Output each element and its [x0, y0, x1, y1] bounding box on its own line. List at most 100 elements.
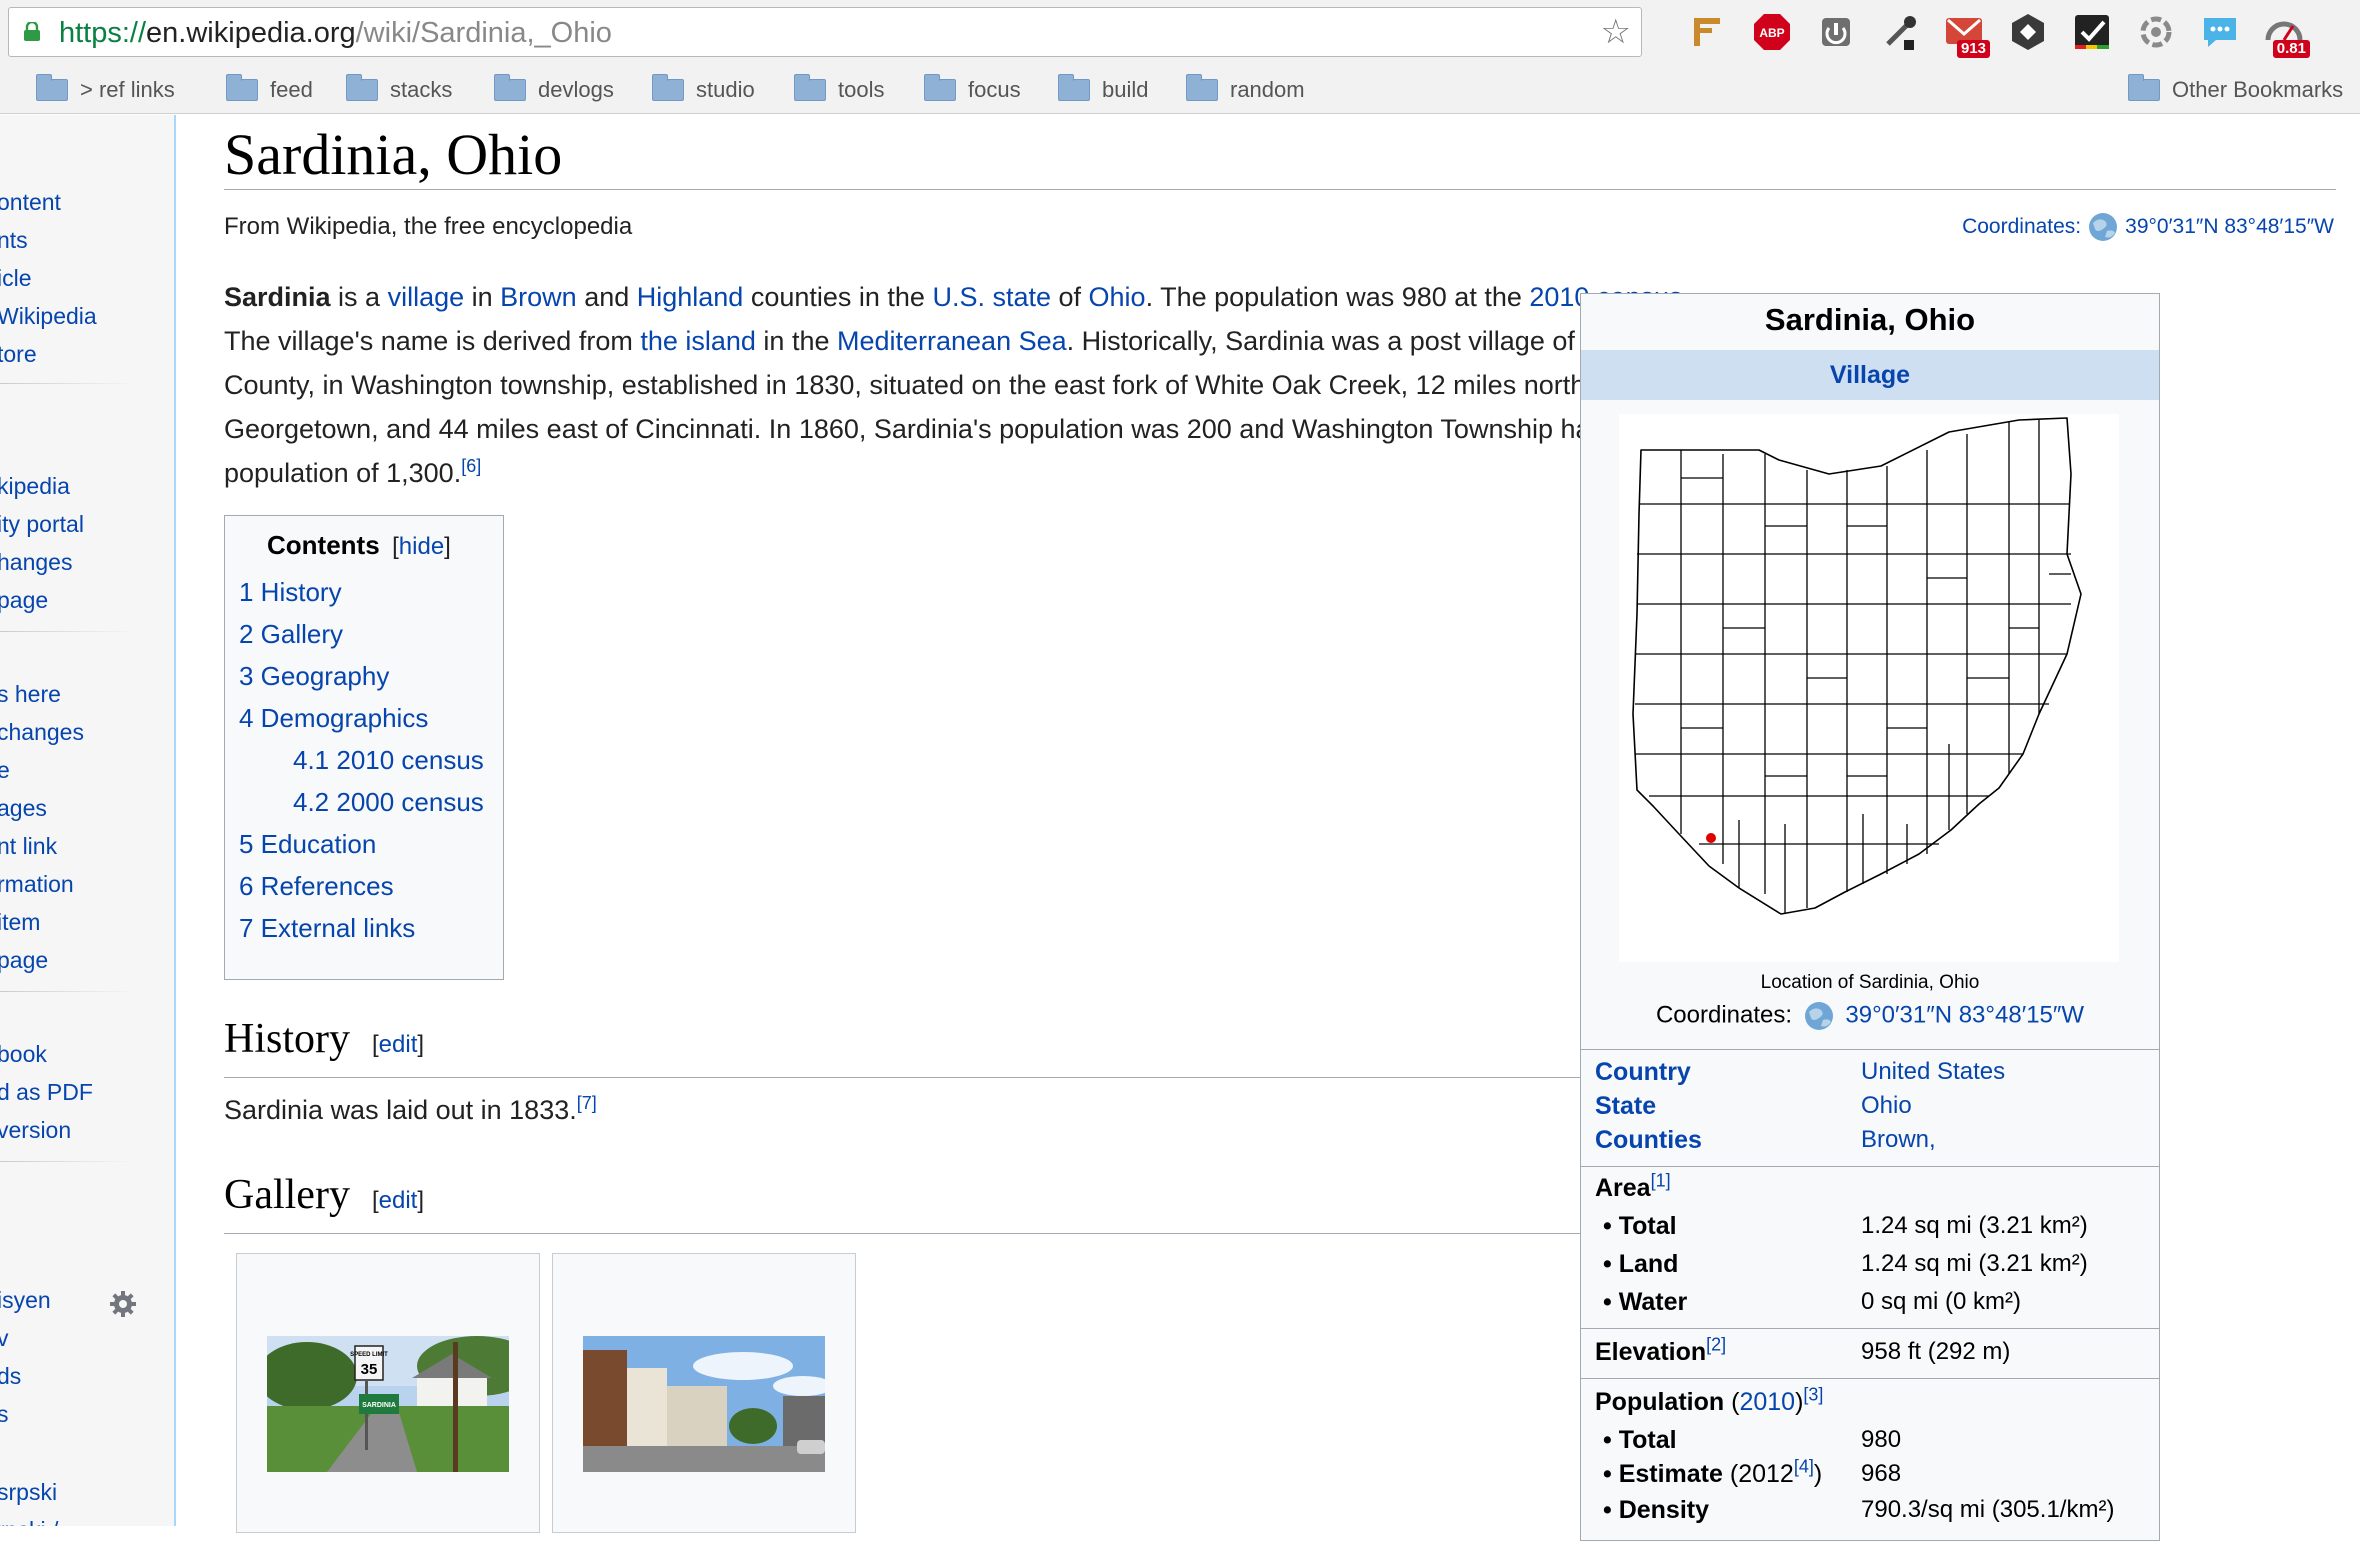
- counties-value[interactable]: Brown,: [1861, 1126, 1936, 1154]
- section-heading-history: History [edit]: [224, 1015, 424, 1063]
- ohio-locator-map[interactable]: [1619, 414, 2119, 962]
- reference-link[interactable]: [3]: [1803, 1385, 1823, 1405]
- infobox-type-link[interactable]: Village: [1581, 350, 2159, 400]
- toc-item[interactable]: 6 References: [239, 865, 503, 907]
- coordinates-link[interactable]: 39°0′31″N 83°48′15″W: [2125, 215, 2334, 239]
- sidebar-language[interactable]: ds: [0, 1363, 21, 1390]
- sidebar-link[interactable]: e: [0, 757, 10, 784]
- url-text: https://en.wikipedia.org/wiki/Sardinia,_…: [59, 17, 612, 49]
- reference-link[interactable]: [7]: [577, 1093, 597, 1113]
- gallery-thumb[interactable]: SPEED LIMIT 35 SARDINIA: [236, 1253, 540, 1533]
- text: is a: [330, 282, 388, 312]
- sidebar-link[interactable]: version: [0, 1117, 71, 1144]
- address-bar[interactable]: https://en.wikipedia.org/wiki/Sardinia,_…: [8, 7, 1642, 57]
- counties-label[interactable]: Counties: [1595, 1126, 1702, 1155]
- bookmark-folder-other[interactable]: Other Bookmarks: [2128, 74, 2343, 106]
- power-download-icon[interactable]: [1816, 12, 1856, 52]
- bookmark-star-icon[interactable]: ☆: [1601, 14, 1631, 50]
- area-label-text: Area: [1595, 1174, 1651, 1202]
- sidebar-language[interactable]: rpski /: [0, 1517, 58, 1526]
- gear-icon[interactable]: [108, 1289, 138, 1319]
- hex-extension-icon[interactable]: [2008, 12, 2048, 52]
- state-value[interactable]: Ohio: [1861, 1092, 1912, 1120]
- eyedropper-icon[interactable]: [1880, 12, 1920, 52]
- sidebar-link[interactable]: item: [0, 909, 40, 936]
- link-highland-county[interactable]: Highland: [637, 282, 744, 312]
- reference-link[interactable]: [6]: [461, 456, 481, 476]
- sidebar-language[interactable]: v: [0, 1325, 9, 1352]
- bookmark-folder-tools[interactable]: tools: [794, 74, 884, 106]
- sidebar-link[interactable]: nt link: [0, 833, 57, 860]
- bookmark-folder-build[interactable]: build: [1058, 74, 1148, 106]
- sidebar-link[interactable]: ity portal: [0, 511, 84, 538]
- globe-icon[interactable]: [1803, 1000, 1835, 1032]
- toc-item[interactable]: 2 Gallery: [239, 613, 503, 655]
- refresh-icon[interactable]: [2136, 12, 2176, 52]
- sidebar-link[interactable]: d as PDF: [0, 1079, 93, 1106]
- reference-link[interactable]: [4]: [1794, 1457, 1814, 1477]
- pin-tool-icon[interactable]: [1688, 12, 1728, 52]
- sidebar-link[interactable]: hanges: [0, 549, 72, 576]
- toc-subitem[interactable]: 4.2 2000 census: [239, 781, 503, 823]
- bookmark-folder-stacks[interactable]: stacks: [346, 74, 452, 106]
- globe-icon[interactable]: [2087, 211, 2119, 243]
- area-total-label: Total: [1603, 1212, 1677, 1241]
- sidebar-language[interactable]: s: [0, 1401, 9, 1428]
- bookmark-folder-studio[interactable]: studio: [652, 74, 755, 106]
- bookmark-folder-ref-links[interactable]: > ref links: [36, 74, 175, 106]
- link-us-state[interactable]: U.S. state: [932, 282, 1051, 312]
- toc-item[interactable]: 5 Education: [239, 823, 503, 865]
- sidebar-link[interactable]: ages: [0, 795, 47, 822]
- link-the-island[interactable]: the island: [640, 326, 756, 356]
- adblock-icon[interactable]: ABP: [1752, 12, 1792, 52]
- bookmark-folder-feed[interactable]: feed: [226, 74, 313, 106]
- reference-link[interactable]: [2]: [1706, 1335, 1726, 1355]
- chat-icon[interactable]: [2200, 12, 2240, 52]
- toc-hide-link[interactable]: hide: [399, 533, 444, 560]
- sidebar-link[interactable]: rmation: [0, 871, 74, 898]
- country-label[interactable]: Country: [1595, 1058, 1691, 1087]
- checklist-icon[interactable]: [2072, 12, 2112, 52]
- country-value[interactable]: United States: [1861, 1058, 2005, 1086]
- bookmark-folder-devlogs[interactable]: devlogs: [494, 74, 614, 106]
- sidebar-link[interactable]: icle: [0, 265, 32, 292]
- sidebar-link[interactable]: page: [0, 587, 48, 614]
- sidebar-link[interactable]: nts: [0, 227, 28, 254]
- toc-item[interactable]: 3 Geography: [239, 655, 503, 697]
- sidebar-language[interactable]: isyen: [0, 1287, 51, 1314]
- link-village[interactable]: village: [388, 282, 465, 312]
- edit-section[interactable]: [edit]: [372, 1187, 424, 1214]
- sidebar-link[interactable]: ontent: [0, 189, 61, 216]
- state-label[interactable]: State: [1595, 1092, 1656, 1121]
- gallery-thumb[interactable]: [552, 1253, 856, 1533]
- toc-item[interactable]: 4 Demographics: [239, 697, 503, 739]
- bookmark-folder-focus[interactable]: focus: [924, 74, 1021, 106]
- sidebar-link[interactable]: page: [0, 947, 48, 974]
- gallery-image-road-sign[interactable]: SPEED LIMIT 35 SARDINIA: [267, 1336, 509, 1472]
- mail-icon[interactable]: 913: [1944, 12, 1990, 58]
- toc-subitem[interactable]: 4.1 2010 census: [239, 739, 503, 781]
- sidebar-language[interactable]: srpski: [0, 1479, 57, 1506]
- sidebar-link[interactable]: s here: [0, 681, 61, 708]
- edit-link[interactable]: edit: [379, 1187, 418, 1214]
- folder-icon: [494, 74, 526, 101]
- gallery-image-main-street[interactable]: [583, 1336, 825, 1472]
- sidebar-link[interactable]: book: [0, 1041, 47, 1068]
- toc-item[interactable]: 7 External links: [239, 907, 503, 949]
- bookmark-folder-random[interactable]: random: [1186, 74, 1305, 106]
- sidebar-link[interactable]: kipedia: [0, 473, 70, 500]
- speed-meter-icon[interactable]: 0.81: [2264, 12, 2310, 58]
- sidebar-link[interactable]: Wikipedia: [0, 303, 97, 330]
- link-ohio[interactable]: Ohio: [1089, 282, 1146, 312]
- toc-item[interactable]: 1 History: [239, 571, 503, 613]
- coordinates-link[interactable]: 39°0′31″N 83°48′15″W: [1845, 1001, 2084, 1028]
- toc-hide-toggle[interactable]: [hide]: [392, 533, 451, 560]
- edit-section[interactable]: [edit]: [372, 1031, 424, 1058]
- link-brown-county[interactable]: Brown: [500, 282, 577, 312]
- population-year-link[interactable]: 2010: [1739, 1388, 1795, 1416]
- edit-link[interactable]: edit: [379, 1031, 418, 1058]
- reference-link[interactable]: [1]: [1651, 1171, 1671, 1191]
- link-mediterranean-sea[interactable]: Mediterranean Sea: [837, 326, 1067, 356]
- sidebar-link[interactable]: tore: [0, 341, 37, 368]
- sidebar-link[interactable]: changes: [0, 719, 84, 746]
